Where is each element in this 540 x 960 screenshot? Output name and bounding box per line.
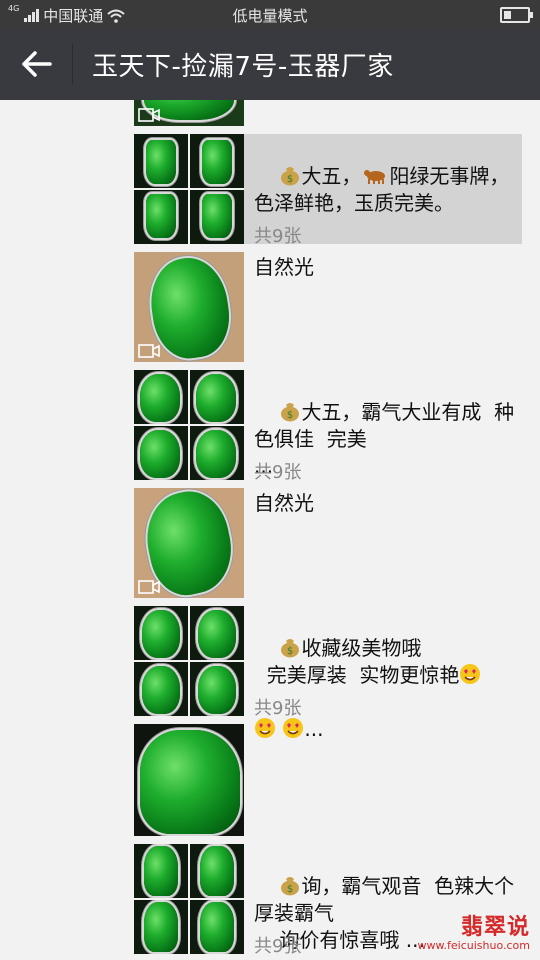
- photo-thumbnail[interactable]: [134, 134, 188, 188]
- video-thumbnail[interactable]: [134, 100, 244, 126]
- battery-icon: [500, 7, 533, 23]
- caption-text: 大五，: [301, 164, 362, 188]
- header-divider: [72, 44, 73, 84]
- photo-grid[interactable]: [134, 844, 244, 954]
- photo-thumbnail[interactable]: [190, 662, 244, 716]
- photo-thumbnail[interactable]: [190, 370, 244, 424]
- photo-thumbnail[interactable]: [190, 844, 244, 898]
- video-icon: [138, 108, 160, 122]
- photo-thumbnail[interactable]: [134, 488, 244, 598]
- photo-count: 共9张: [254, 698, 302, 719]
- money-bag-icon: $: [281, 167, 300, 186]
- photo-thumbnail[interactable]: [134, 370, 188, 424]
- post-caption[interactable]: $ 大五，霸气大业有成 种 色俱佳 完美 ...: [254, 372, 514, 507]
- album-feed: $ 大五， 阳绿无事牌， 色泽鲜艳，玉质完美。 共9张 自然光 $ 大五，霸气大业有成…: [0, 100, 540, 960]
- photo-grid[interactable]: [134, 134, 244, 244]
- chat-header: 玉天下-捡漏7号-玉器厂家: [0, 28, 540, 100]
- video-thumbnail[interactable]: [134, 252, 244, 362]
- photo-thumbnail[interactable]: [134, 190, 188, 244]
- photo-thumbnail[interactable]: [134, 662, 188, 716]
- post-caption[interactable]: $ 收藏级美物哦 完美厚装 实物更惊艳 ...: [254, 608, 481, 770]
- svg-text:$: $: [287, 884, 293, 895]
- page-title: 玉天下-捡漏7号-玉器厂家: [92, 52, 394, 82]
- photo-thumbnail[interactable]: [190, 606, 244, 660]
- money-bag-icon: $: [281, 403, 300, 422]
- photo-thumbnail[interactable]: [190, 134, 244, 188]
- photo-thumbnail[interactable]: [190, 426, 244, 480]
- photo-thumbnail[interactable]: [134, 724, 244, 836]
- heart-eyes-emoji-icon: [255, 718, 275, 738]
- heart-eyes-emoji-icon: [460, 664, 481, 684]
- photo-count: 共9张: [254, 226, 302, 247]
- photo-count: 共9张: [254, 936, 302, 957]
- power-mode-label: 低电量模式: [232, 7, 308, 25]
- money-bag-icon: $: [281, 639, 300, 658]
- watermark: 翡翠说 www.feicuishuo.com: [418, 909, 530, 952]
- money-bag-icon: $: [281, 877, 300, 896]
- video-icon: [138, 344, 160, 358]
- status-bar: 4G 中国联通 低电量模式: [0, 0, 540, 28]
- photo-grid[interactable]: [134, 370, 244, 480]
- watermark-url: www.feicuishuo.com: [417, 939, 530, 952]
- post-caption[interactable]: 自然光: [254, 254, 314, 281]
- photo-thumbnail[interactable]: [190, 190, 244, 244]
- svg-text:$: $: [287, 174, 293, 185]
- svg-text:$: $: [287, 646, 293, 657]
- back-arrow-icon[interactable]: [18, 46, 58, 82]
- photo-count: 共9张: [254, 462, 302, 483]
- photo-thumbnail[interactable]: [134, 844, 188, 898]
- photo-thumbnail[interactable]: [190, 900, 244, 954]
- post-caption[interactable]: 自然光: [254, 490, 314, 517]
- ox-icon: [364, 170, 386, 184]
- watermark-name: 翡翠说: [460, 915, 530, 940]
- photo-thumbnail[interactable]: [134, 606, 188, 660]
- photo-grid[interactable]: [134, 606, 244, 716]
- caption-tail: ...: [304, 717, 324, 741]
- heart-eyes-emoji-icon: [283, 718, 304, 738]
- video-icon: [138, 580, 160, 594]
- svg-text:$: $: [287, 410, 293, 421]
- photo-thumbnail[interactable]: [134, 426, 188, 480]
- photo-thumbnail[interactable]: [134, 900, 188, 954]
